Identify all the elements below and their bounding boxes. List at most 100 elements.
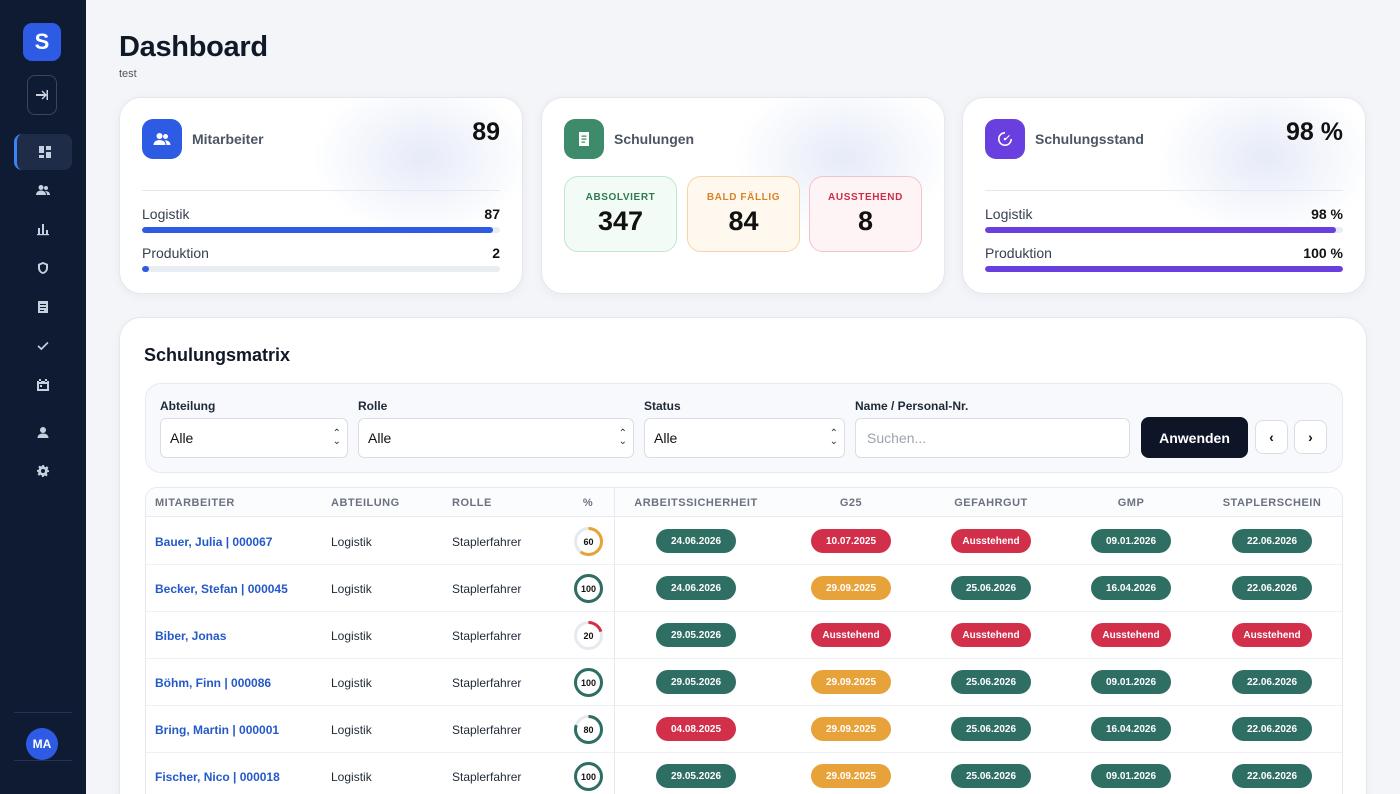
training-status-badge[interactable]: Ausstehend bbox=[811, 623, 891, 647]
training-status-badge[interactable]: 04.08.2025 bbox=[656, 717, 736, 741]
training-status-badge[interactable]: 09.01.2026 bbox=[1091, 529, 1171, 553]
employees-total: 89 bbox=[472, 118, 500, 146]
employee-link[interactable]: Biber, Jonas bbox=[155, 629, 226, 643]
col-department[interactable]: ABTEILUNG bbox=[331, 497, 400, 509]
col-percent[interactable]: % bbox=[583, 497, 593, 509]
training-matrix-panel: Schulungsmatrix Abteilung Alle ⌃ ⌄ Rolle … bbox=[119, 317, 1367, 794]
col-role[interactable]: ROLLE bbox=[452, 497, 492, 509]
progress-row-label: Logistik bbox=[985, 206, 1033, 222]
status-label: Status bbox=[644, 399, 681, 413]
calendar-icon bbox=[37, 379, 49, 391]
department-cell: Logistik bbox=[331, 723, 372, 737]
progress-card-title: Schulungsstand bbox=[1035, 131, 1144, 147]
pending-value: 8 bbox=[857, 206, 874, 236]
role-select[interactable]: Alle ⌃ ⌄ bbox=[358, 418, 634, 458]
training-status-badge[interactable]: 16.04.2026 bbox=[1091, 576, 1171, 600]
col-employee[interactable]: MITARBEITER bbox=[155, 497, 235, 509]
table-row[interactable]: Böhm, Finn | 000086 Logistik Staplerfahrer… bbox=[146, 659, 1342, 706]
department-select[interactable]: Alle ⌃ ⌄ bbox=[160, 418, 348, 458]
status-select[interactable]: Alle ⌃ ⌄ bbox=[644, 418, 845, 458]
completed-label: ABSOLVIERT bbox=[585, 192, 656, 203]
table-row[interactable]: Bauer, Julia | 000067 Logistik Staplerfahr… bbox=[146, 518, 1342, 565]
nav-documents[interactable] bbox=[14, 289, 72, 325]
next-page-button[interactable]: › bbox=[1294, 420, 1327, 454]
expand-icon bbox=[36, 90, 48, 100]
user-avatar[interactable]: MA bbox=[26, 728, 58, 760]
nav-dashboard[interactable] bbox=[14, 134, 72, 170]
table-row[interactable]: Biber, Jonas Logistik Staplerfahrer 20 29.0… bbox=[146, 612, 1342, 659]
training-status-badge[interactable]: Ausstehend bbox=[951, 623, 1031, 647]
training-status-badge[interactable]: 29.05.2026 bbox=[656, 623, 736, 647]
page-subtitle: test bbox=[119, 68, 137, 80]
nav-calendar[interactable] bbox=[14, 367, 72, 403]
training-status-badge[interactable]: 29.09.2025 bbox=[811, 764, 891, 788]
training-status-badge[interactable]: 25.06.2026 bbox=[951, 764, 1031, 788]
apply-button[interactable]: Anwenden bbox=[1141, 417, 1248, 458]
table-header: MITARBEITER ABTEILUNG ROLLE % ARBEITSSIC… bbox=[146, 488, 1342, 517]
training-status-badge[interactable]: 29.05.2026 bbox=[656, 764, 736, 788]
completion-percent: 80 bbox=[583, 724, 594, 735]
training-status-badge[interactable]: 24.06.2026 bbox=[656, 576, 736, 600]
training-status-badge[interactable]: 09.01.2026 bbox=[1091, 670, 1171, 694]
role-cell: Staplerfahrer bbox=[452, 676, 522, 690]
pending-stat: AUSSTEHEND 8 bbox=[809, 176, 922, 252]
training-status-badge[interactable]: 16.04.2026 bbox=[1091, 717, 1171, 741]
employees-row-value: 2 bbox=[492, 245, 500, 261]
nav-settings[interactable] bbox=[14, 453, 72, 489]
search-input[interactable]: Suchen... bbox=[855, 418, 1130, 458]
employee-link[interactable]: Bring, Martin | 000001 bbox=[155, 723, 279, 737]
table-row[interactable]: Bring, Martin | 000001 Logistik Staplerfah… bbox=[146, 706, 1342, 753]
training-status-badge[interactable]: 25.06.2026 bbox=[951, 670, 1031, 694]
training-status-badge[interactable]: 29.09.2025 bbox=[811, 717, 891, 741]
progress-produktion-bar bbox=[985, 266, 1343, 272]
training-status-badge[interactable]: 24.06.2026 bbox=[656, 529, 736, 553]
completed-stat: ABSOLVIERT 347 bbox=[564, 176, 677, 252]
chevron-updown-icon: ⌃ ⌄ bbox=[332, 428, 341, 447]
training-status-badge[interactable]: Ausstehend bbox=[1232, 623, 1312, 647]
training-status-badge[interactable]: 22.06.2026 bbox=[1232, 576, 1312, 600]
employee-link[interactable]: Becker, Stefan | 000045 bbox=[155, 582, 288, 596]
due-soon-stat: BALD FÄLLIG 84 bbox=[687, 176, 800, 252]
nav-profile[interactable] bbox=[14, 414, 72, 450]
training-status-badge[interactable]: 22.06.2026 bbox=[1232, 529, 1312, 553]
nav-reports[interactable] bbox=[14, 211, 72, 247]
training-status-badge[interactable]: 10.07.2025 bbox=[811, 529, 891, 553]
training-status-badge[interactable]: 25.06.2026 bbox=[951, 717, 1031, 741]
employee-link[interactable]: Bauer, Julia | 000067 bbox=[155, 535, 272, 549]
col-hazardous-goods[interactable]: GEFAHRGUT bbox=[954, 497, 1028, 509]
col-forklift-license[interactable]: STAPLERSCHEIN bbox=[1223, 497, 1322, 509]
page-title: Dashboard bbox=[119, 31, 268, 63]
employee-link[interactable]: Fischer, Nico | 000018 bbox=[155, 770, 280, 784]
col-g25[interactable]: G25 bbox=[840, 497, 862, 509]
progress-logistik-bar bbox=[985, 227, 1343, 233]
role-cell: Staplerfahrer bbox=[452, 582, 522, 596]
nav-approvals[interactable] bbox=[14, 328, 72, 364]
sidebar-divider bbox=[14, 712, 72, 713]
check-icon bbox=[37, 341, 49, 351]
table-row[interactable]: Becker, Stefan | 000045 Logistik Staplerfa… bbox=[146, 565, 1342, 612]
chart-icon bbox=[37, 224, 49, 236]
prev-page-button[interactable]: ‹ bbox=[1255, 420, 1288, 454]
training-status-badge[interactable]: Ausstehend bbox=[1091, 623, 1171, 647]
col-occupational-safety[interactable]: ARBEITSSICHERHEIT bbox=[634, 497, 757, 509]
training-status-badge[interactable]: Ausstehend bbox=[951, 529, 1031, 553]
nav-safety[interactable] bbox=[14, 250, 72, 286]
app-logo[interactable]: S bbox=[23, 23, 61, 61]
nav-employees[interactable] bbox=[14, 172, 72, 208]
completed-value: 347 bbox=[597, 206, 644, 236]
users-icon bbox=[153, 133, 171, 145]
filter-bar: Abteilung Alle ⌃ ⌄ Rolle Alle ⌃ ⌄ Status A… bbox=[145, 383, 1343, 473]
training-status-badge[interactable]: 22.06.2026 bbox=[1232, 764, 1312, 788]
employee-link[interactable]: Böhm, Finn | 000086 bbox=[155, 676, 271, 690]
table-row[interactable]: Fischer, Nico | 000018 Logistik Staplerfah… bbox=[146, 753, 1342, 794]
col-gmp[interactable]: GMP bbox=[1118, 497, 1145, 509]
training-status-badge[interactable]: 22.06.2026 bbox=[1232, 717, 1312, 741]
training-status-badge[interactable]: 25.06.2026 bbox=[951, 576, 1031, 600]
training-status-badge[interactable]: 29.05.2026 bbox=[656, 670, 736, 694]
progress-total: 98 % bbox=[1286, 118, 1343, 146]
collapse-sidebar-button[interactable] bbox=[27, 75, 57, 115]
training-status-badge[interactable]: 29.09.2025 bbox=[811, 670, 891, 694]
training-status-badge[interactable]: 09.01.2026 bbox=[1091, 764, 1171, 788]
training-status-badge[interactable]: 22.06.2026 bbox=[1232, 670, 1312, 694]
training-status-badge[interactable]: 29.09.2025 bbox=[811, 576, 891, 600]
